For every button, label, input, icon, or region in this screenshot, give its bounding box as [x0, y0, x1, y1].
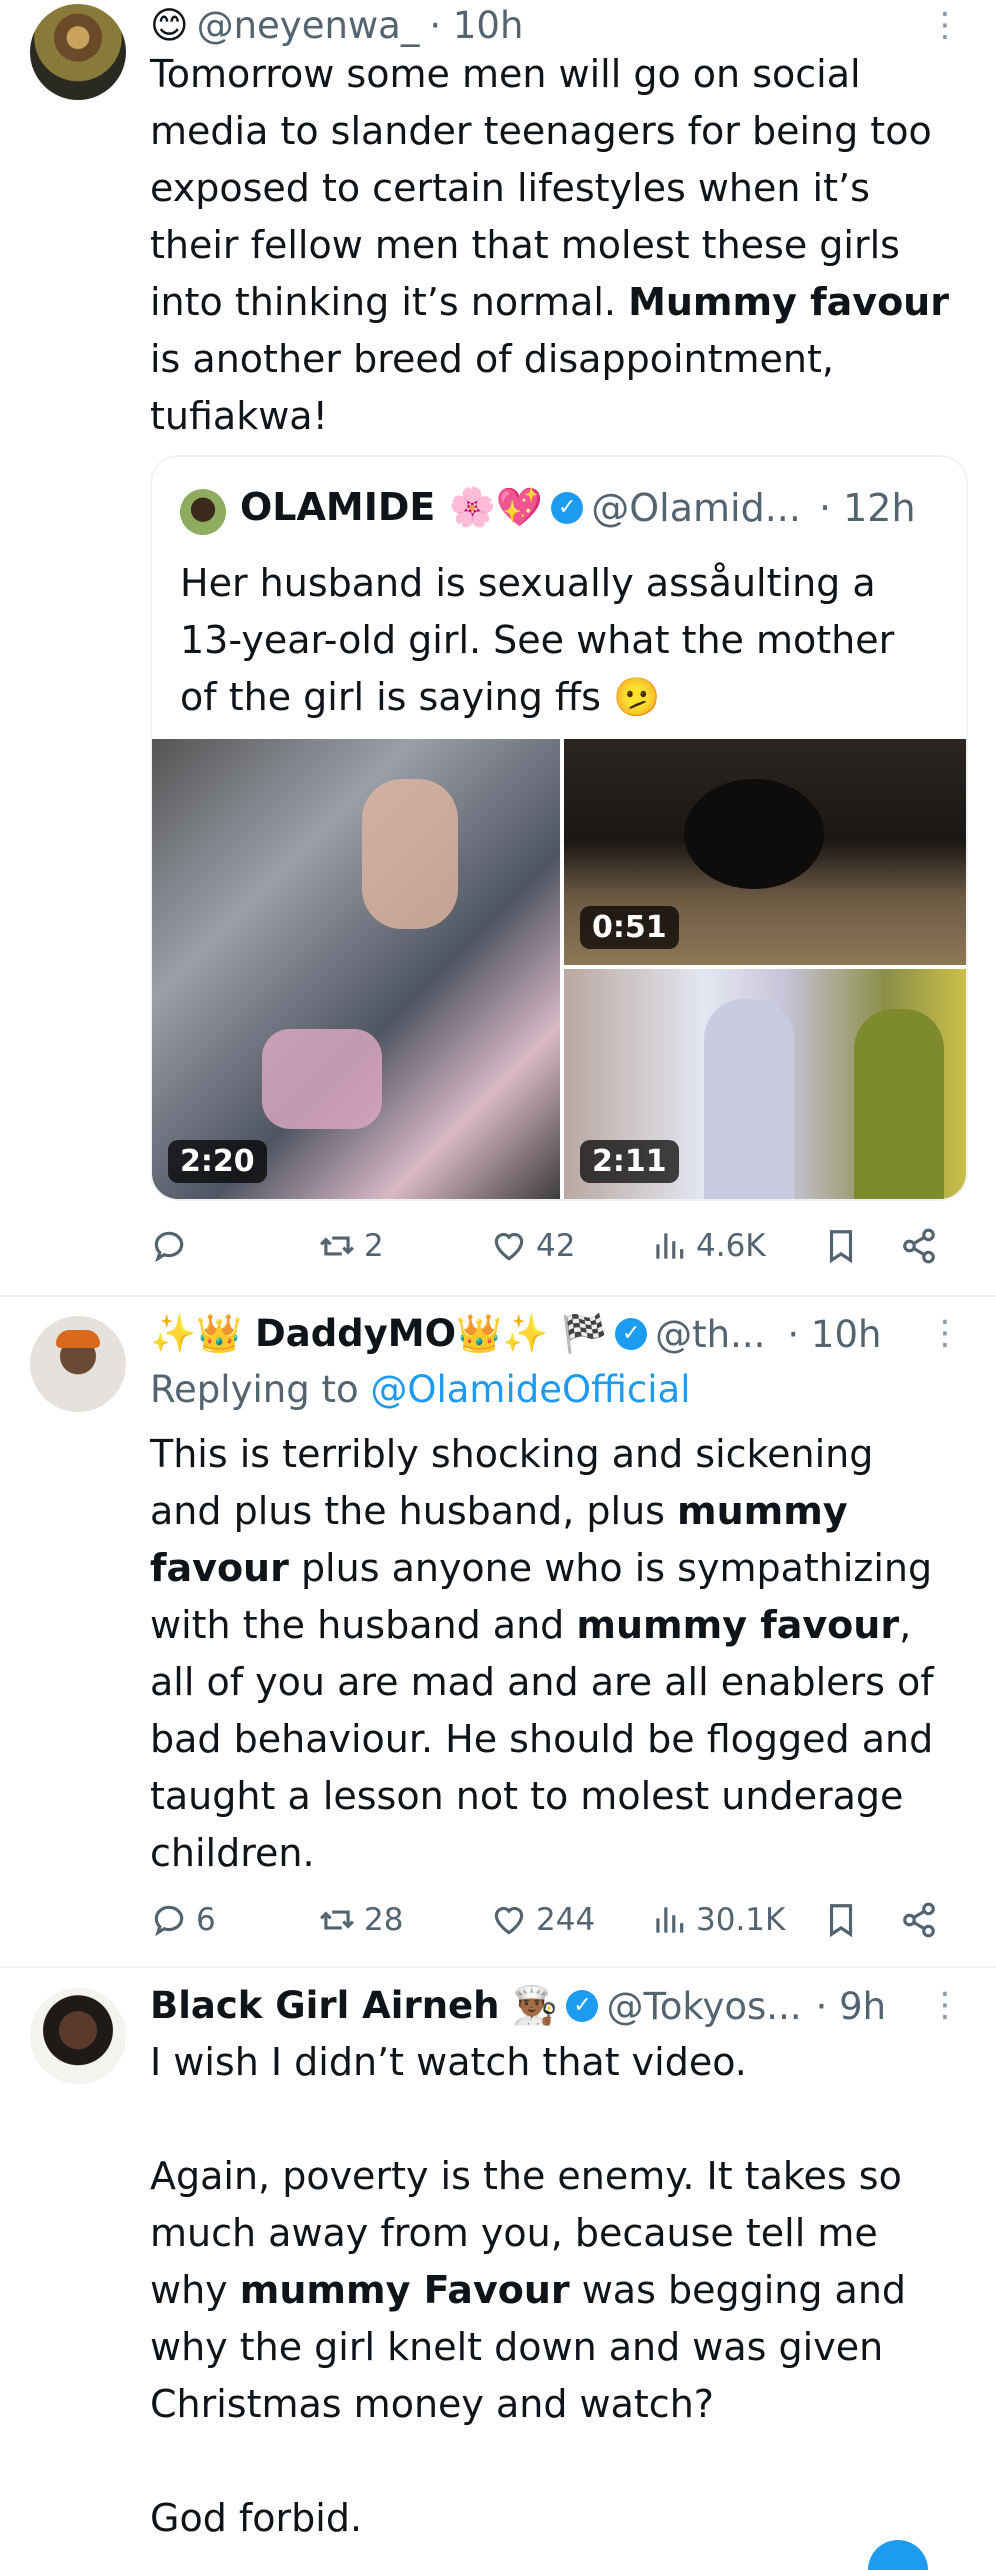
share-icon	[903, 1228, 935, 1264]
display-name[interactable]: Black Girl Airneh 👨🏾‍🍳	[150, 1984, 558, 2028]
display-name[interactable]: ✨👑 DaddyMO👑✨ 🏁	[150, 1312, 607, 1356]
quote-timestamp: · 12h	[818, 485, 916, 530]
tweet-header: Black Girl Airneh 👨🏾‍🍳 ✓ @Tokyos... · 9h	[150, 1984, 886, 2028]
like-button[interactable]: 42	[490, 1222, 575, 1270]
replying-to-link[interactable]: @OlamideOfficial	[370, 1368, 690, 1411]
heart-icon	[494, 1232, 524, 1261]
video-duration: 2:11	[580, 1140, 679, 1183]
quoted-tweet[interactable]: OLAMIDE 🌸💖 ✓ @Olamid... · 12h Her husban…	[150, 455, 968, 1201]
avatar[interactable]	[30, 1316, 126, 1412]
like-button[interactable]: 244	[490, 1896, 595, 1944]
tweet-header: ✨👑 DaddyMO👑✨ 🏁 ✓ @th... · 10h	[150, 1312, 881, 1356]
tweet-header: 😊 @neyenwa_ · 10h	[150, 4, 523, 47]
avatar[interactable]	[30, 1988, 126, 2084]
reply-button[interactable]: 6	[150, 1896, 216, 1944]
quote-header: OLAMIDE 🌸💖 ✓ @Olamid... · 12h	[240, 485, 916, 530]
more-options-icon[interactable]: ⋮	[928, 1988, 962, 2022]
timestamp[interactable]: · 10h	[429, 4, 523, 47]
verified-badge-icon: ✓	[551, 491, 584, 524]
replying-to: Replying to @OlamideOfficial	[150, 1368, 691, 1411]
verified-badge-icon: ✓	[615, 1318, 648, 1350]
views-button[interactable]: 30.1K	[650, 1896, 785, 1944]
handle[interactable]: @neyenwa_	[197, 4, 420, 47]
handle[interactable]: @Tokyos...	[606, 1985, 801, 2028]
reply-button[interactable]	[150, 1222, 196, 1270]
views-chart-icon	[656, 1907, 684, 1933]
handle[interactable]: @th...	[655, 1313, 765, 1356]
action-bar: 6 28 244 30.1K	[150, 1896, 950, 1944]
avatar[interactable]	[30, 4, 126, 100]
video-duration: 2:20	[168, 1140, 267, 1183]
reply-icon	[154, 1231, 184, 1263]
heart-icon	[494, 1906, 524, 1935]
name-emoji[interactable]: 😊	[150, 4, 189, 47]
verified-badge-icon: ✓	[566, 1990, 599, 2022]
quote-name: OLAMIDE 🌸💖	[240, 485, 544, 529]
video-thumbnail-2[interactable]: 0:51	[564, 739, 966, 965]
more-options-icon[interactable]: ⋮	[928, 1316, 962, 1350]
views-chart-icon	[656, 1233, 684, 1259]
repost-button[interactable]: 28	[318, 1896, 403, 1944]
tweet-text: I wish I didn’t watch that video. Again,…	[150, 2040, 907, 2540]
bookmark-icon	[829, 1904, 853, 1938]
repost-button[interactable]: 2	[318, 1222, 384, 1270]
video-thumbnail-1[interactable]: 2:20	[152, 739, 560, 1199]
tweet-text: Tomorrow some men will go on social medi…	[150, 52, 949, 438]
views-button[interactable]: 4.6K	[650, 1222, 766, 1270]
quote-handle: @Olamid...	[591, 485, 801, 530]
bookmark-icon	[829, 1230, 853, 1264]
share-icon	[903, 1902, 935, 1938]
divider	[0, 1295, 996, 1297]
repost-icon	[320, 1236, 354, 1256]
quote-avatar	[180, 489, 226, 535]
timestamp[interactable]: · 10h	[787, 1313, 881, 1356]
repost-icon	[320, 1910, 354, 1930]
bookmark-button[interactable]	[822, 1896, 860, 1944]
bookmark-button[interactable]	[822, 1222, 860, 1270]
reply-icon	[154, 1905, 184, 1937]
timestamp[interactable]: · 9h	[816, 1985, 887, 2028]
share-button[interactable]	[900, 1896, 938, 1944]
video-thumbnail-3[interactable]: 2:11	[564, 969, 966, 1199]
tweet-text: This is terribly shocking and sickening …	[150, 1432, 934, 1875]
tweet-daddymo[interactable]: ✨👑 DaddyMO👑✨ 🏁 ✓ @th... · 10h ⋮ Replying…	[0, 1298, 996, 1966]
action-bar: 2 42 4.6K	[150, 1222, 950, 1270]
tweet-neyenwa[interactable]: 😊 @neyenwa_ · 10h ⋮ Tomorrow some men wi…	[0, 0, 996, 1295]
quote-text: Her husband is sexually assåulting a 13-…	[180, 561, 895, 719]
tweet-blackgirlairneh[interactable]: Black Girl Airneh 👨🏾‍🍳 ✓ @Tokyos... · 9h…	[0, 1968, 996, 2560]
video-duration: 0:51	[580, 906, 679, 949]
more-options-icon[interactable]: ⋮	[928, 8, 962, 42]
share-button[interactable]	[900, 1222, 938, 1270]
